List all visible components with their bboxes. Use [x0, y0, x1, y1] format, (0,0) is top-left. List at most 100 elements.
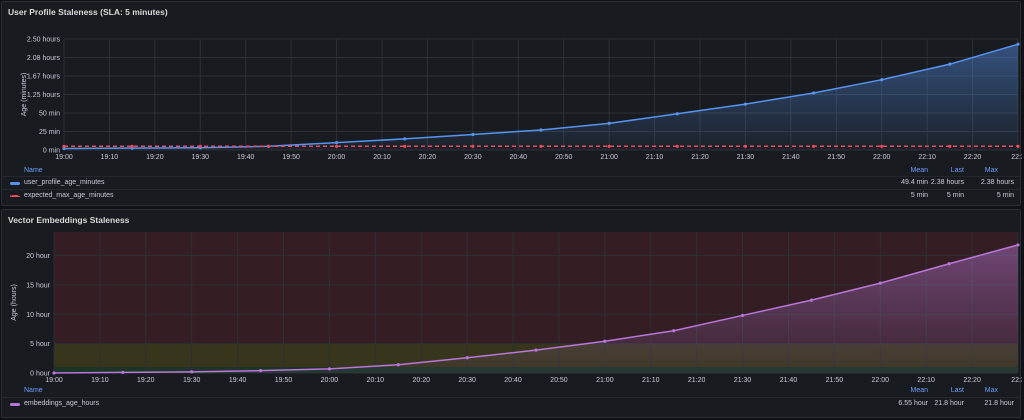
data-point: [1016, 42, 1020, 46]
legend-max-header[interactable]: Max: [958, 387, 998, 394]
y-tick-label: 1.25 hours: [27, 92, 61, 99]
x-tick-label: 19:40: [237, 154, 255, 161]
x-tick-label: 22:3: [1011, 377, 1022, 384]
series-max: 21.8 hour: [984, 400, 1014, 407]
data-point: [539, 128, 543, 132]
legend-row-expected-max-age[interactable]: expected_max_age_minutes 5 min 5 min 5 m…: [2, 189, 1020, 203]
x-tick-label: 21:50: [826, 377, 844, 384]
data-point: [948, 144, 952, 148]
data-point: [880, 144, 884, 148]
x-tick-label: 21:20: [688, 377, 706, 384]
data-point: [258, 369, 263, 373]
data-point: [743, 144, 748, 148]
x-tick-label: 20:40: [510, 154, 528, 161]
x-tick-label: 20:00: [328, 154, 346, 161]
x-tick-label: 20:00: [321, 377, 339, 384]
series-swatch: [10, 403, 20, 406]
data-point: [121, 370, 125, 375]
user-profile-staleness-chart[interactable]: 0 min25 min50 min1.25 hours1.67 hours2.0…: [2, 2, 1022, 174]
x-tick-label: 19:50: [282, 154, 300, 161]
data-point: [403, 137, 407, 141]
series-last: 5 min: [946, 192, 964, 199]
series-swatch: [10, 182, 20, 185]
legend-name-header[interactable]: Name: [24, 167, 43, 174]
legend-name-header[interactable]: Name: [24, 387, 43, 394]
x-tick-label: 21:00: [600, 154, 618, 161]
y-tick-label: 25 min: [39, 129, 60, 136]
x-tick-label: 21:10: [646, 154, 664, 161]
x-tick-label: 19:00: [45, 377, 63, 384]
data-point: [675, 144, 679, 148]
x-tick-label: 19:40: [229, 377, 247, 384]
x-tick-label: 21:50: [828, 154, 846, 161]
data-point: [878, 281, 882, 285]
y-axis-label: Age (minutes): [21, 73, 28, 117]
data-point: [740, 313, 745, 318]
y-tick-label: 2.50 hours: [27, 37, 61, 44]
x-tick-label: 19:00: [55, 154, 73, 161]
y-tick-label: 20 hour: [26, 253, 50, 260]
data-point: [811, 91, 816, 95]
x-tick-label: 22:00: [873, 154, 891, 161]
y-tick-label: 1.67 hours: [27, 74, 61, 81]
data-point: [675, 112, 679, 116]
y-tick-label: 2.08 hours: [27, 55, 61, 62]
x-tick-label: 22:20: [964, 154, 982, 161]
series-name: user_profile_age_minutes: [24, 179, 105, 186]
x-tick-label: 19:30: [183, 377, 201, 384]
data-point: [62, 144, 66, 148]
data-point: [471, 144, 475, 148]
data-point: [130, 144, 134, 148]
x-tick-label: 21:30: [734, 377, 752, 384]
x-tick-label: 20:10: [373, 154, 391, 161]
x-tick-label: 21:30: [737, 154, 755, 161]
x-tick-label: 19:20: [146, 154, 164, 161]
data-point: [607, 121, 611, 125]
x-tick-label: 20:50: [550, 377, 568, 384]
data-point: [327, 367, 332, 371]
x-tick-label: 22:3: [1011, 154, 1022, 161]
legend-row-user-profile-age[interactable]: user_profile_age_minutes 49.4 min 2.38 h…: [2, 176, 1020, 190]
data-point: [403, 144, 407, 148]
data-point: [947, 262, 951, 266]
data-point: [471, 132, 475, 137]
data-point: [948, 62, 952, 66]
y-tick-label: 50 min: [39, 111, 60, 118]
legend-mean-header[interactable]: Mean: [888, 167, 928, 174]
series-name: expected_max_age_minutes: [24, 192, 114, 199]
data-point: [52, 371, 56, 375]
x-tick-label: 19:10: [91, 377, 109, 384]
vector-embeddings-staleness-chart[interactable]: 0 hour5 hour10 hour15 hour20 hour19:00 19…: [2, 210, 1022, 392]
x-tick-label: 20:10: [367, 377, 385, 384]
x-tick-label: 21:00: [596, 377, 614, 384]
series-max: 5 min: [996, 192, 1014, 199]
data-point: [198, 144, 202, 148]
data-point: [1016, 144, 1020, 148]
data-point: [396, 363, 400, 367]
x-tick-label: 20:20: [419, 154, 437, 161]
x-tick-label: 22:00: [872, 377, 890, 384]
legend-header: Name Mean Last Max: [2, 385, 1020, 397]
x-tick-label: 20:30: [458, 377, 476, 384]
data-point: [743, 102, 748, 106]
data-point: [811, 144, 816, 148]
vector-embeddings-staleness-panel: Vector Embeddings Staleness 0 hour 5 hour…: [1, 209, 1022, 418]
x-tick-label: 19:10: [101, 154, 119, 161]
y-tick-label: 5 hour: [30, 341, 51, 348]
x-tick-label: 19:20: [137, 377, 155, 384]
legend-row-embeddings-age[interactable]: embeddings_age_hours 6.55 hour 21.8 hour…: [2, 397, 1020, 411]
data-point: [607, 144, 611, 148]
data-point: [190, 370, 194, 374]
data-point: [880, 78, 884, 82]
y-tick-label: 15 hour: [26, 282, 50, 289]
data-point: [266, 144, 271, 148]
x-tick-label: 20:20: [412, 377, 430, 384]
y-tick-label: 10 hour: [26, 312, 50, 319]
x-tick-label: 22:10: [917, 377, 935, 384]
data-point: [334, 141, 339, 145]
legend-mean-header[interactable]: Mean: [888, 387, 928, 394]
data-point: [539, 144, 543, 148]
legend-max-header[interactable]: Max: [958, 167, 998, 174]
data-point: [1016, 243, 1020, 247]
x-tick-label: 22:10: [918, 154, 936, 161]
